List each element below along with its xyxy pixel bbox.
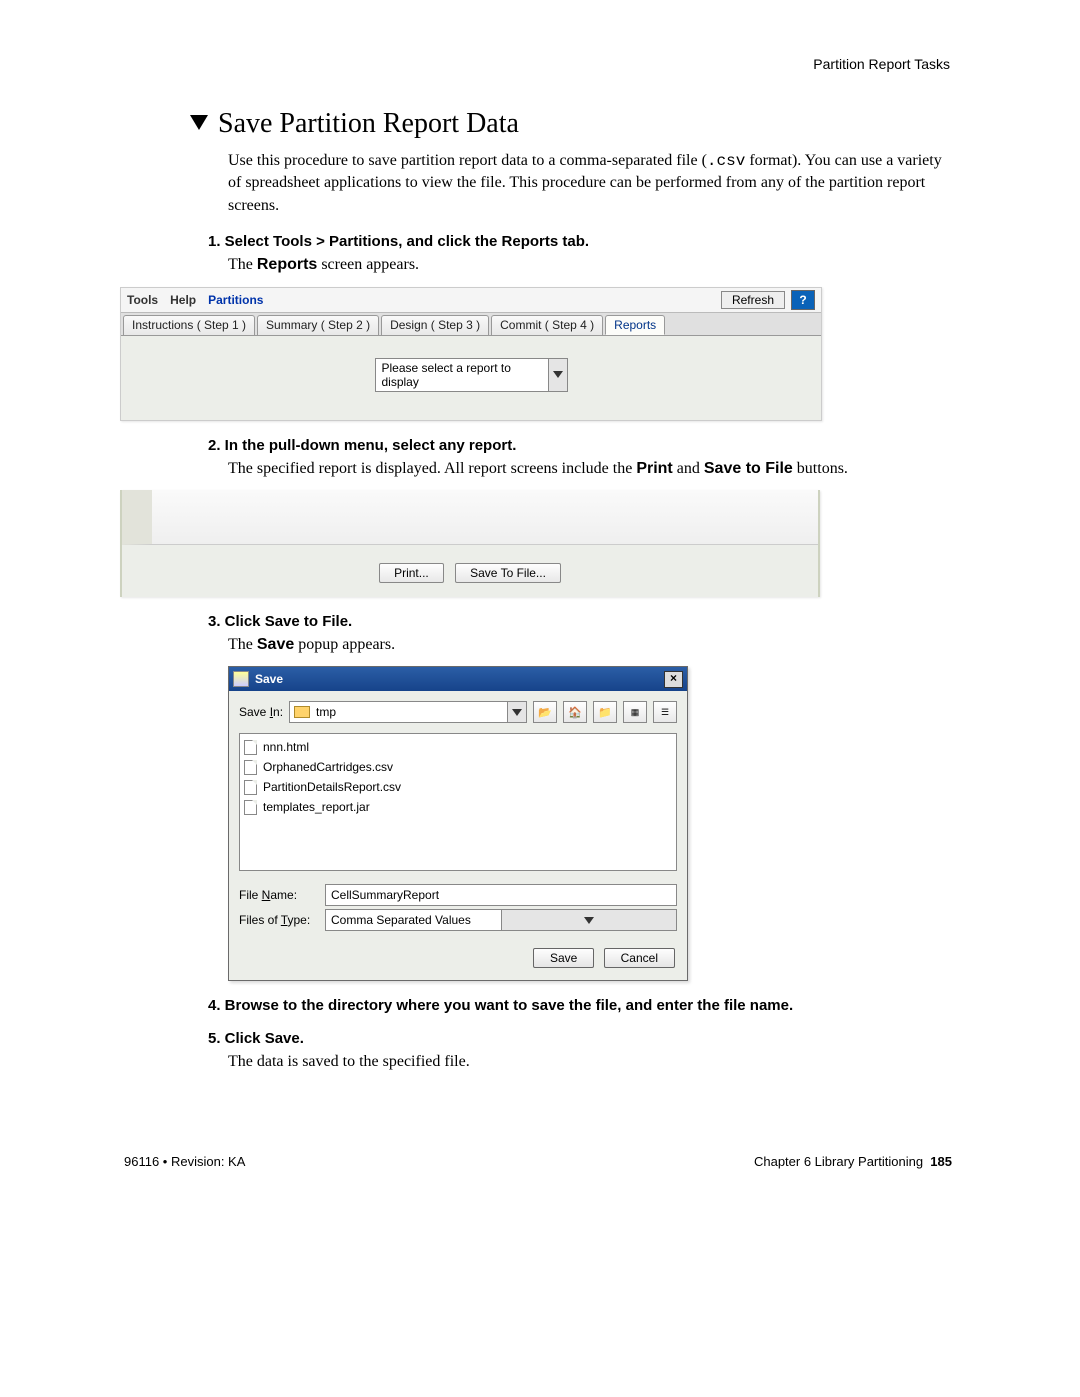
filename-input[interactable]: CellSummaryReport xyxy=(325,884,677,906)
menu-partitions[interactable]: Partitions xyxy=(208,293,263,307)
save-in-combobox[interactable]: tmp xyxy=(289,701,527,723)
section-title-text: Save Partition Report Data xyxy=(218,108,519,139)
chevron-down-icon[interactable] xyxy=(507,702,526,722)
step-2: 2. In the pull-down menu, select any rep… xyxy=(208,437,960,454)
list-item[interactable]: nnn.html xyxy=(244,737,672,757)
file-list[interactable]: nnn.html OrphanedCartridges.csv Partitio… xyxy=(239,733,677,871)
list-item[interactable]: OrphanedCartridges.csv xyxy=(244,757,672,777)
step-2-body: The specified report is displayed. All r… xyxy=(228,458,950,480)
filename-label: File Name: xyxy=(239,888,317,902)
file-icon xyxy=(244,780,257,795)
close-icon[interactable]: × xyxy=(664,671,683,688)
list-view-icon[interactable]: ▦ xyxy=(623,701,647,723)
footer-left: 96116 • Revision: KA xyxy=(124,1154,754,1169)
tab-summary[interactable]: Summary ( Step 2 ) xyxy=(257,315,379,335)
menubar: Tools Help Partitions Refresh ? xyxy=(121,288,821,312)
report-buttons-screenshot: Print... Save To File... xyxy=(120,490,820,597)
folder-icon xyxy=(294,706,310,718)
dialog-title: Save xyxy=(255,672,283,686)
save-in-value: tmp xyxy=(316,705,336,719)
menu-tools[interactable]: Tools xyxy=(127,293,158,307)
page-footer: 96116 • Revision: KA Chapter 6 Library P… xyxy=(124,1154,952,1169)
list-item[interactable]: PartitionDetailsReport.csv xyxy=(244,777,672,797)
filetype-combobox[interactable]: Comma Separated Values xyxy=(325,909,677,931)
save-to-file-button[interactable]: Save To File... xyxy=(455,563,561,583)
step-4: 4. Browse to the directory where you wan… xyxy=(208,997,960,1014)
refresh-button[interactable]: Refresh xyxy=(721,291,785,309)
step-3-body: The Save popup appears. xyxy=(228,634,950,656)
tab-reports[interactable]: Reports xyxy=(605,315,665,335)
chevron-down-icon[interactable] xyxy=(548,359,567,391)
cancel-button[interactable]: Cancel xyxy=(604,948,675,968)
tab-instructions[interactable]: Instructions ( Step 1 ) xyxy=(123,315,255,335)
tab-commit[interactable]: Commit ( Step 4 ) xyxy=(491,315,603,335)
dialog-titlebar: Save × xyxy=(229,667,687,691)
dropdown-text: Please select a report to display xyxy=(376,359,548,391)
step-3: 3. Click Save to File. xyxy=(208,613,960,630)
footer-right: Chapter 6 Library Partitioning 185 xyxy=(754,1154,952,1169)
home-icon[interactable]: 🏠 xyxy=(563,701,587,723)
report-select-dropdown[interactable]: Please select a report to display xyxy=(375,358,568,392)
save-button[interactable]: Save xyxy=(533,948,594,968)
new-folder-icon[interactable]: 📁 xyxy=(593,701,617,723)
intro-paragraph: Use this procedure to save partition rep… xyxy=(228,150,950,217)
reports-screen-screenshot: Tools Help Partitions Refresh ? Instruct… xyxy=(120,287,822,421)
step-1-body: The Reports screen appears. xyxy=(228,254,950,276)
menu-help[interactable]: Help xyxy=(170,293,196,307)
file-icon xyxy=(244,740,257,755)
list-item[interactable]: templates_report.jar xyxy=(244,797,672,817)
tab-design[interactable]: Design ( Step 3 ) xyxy=(381,315,489,335)
filetype-label: Files of Type: xyxy=(239,913,317,927)
file-icon xyxy=(244,760,257,775)
help-icon[interactable]: ? xyxy=(791,290,815,310)
details-view-icon[interactable]: ☰ xyxy=(653,701,677,723)
up-folder-icon[interactable]: 📂 xyxy=(533,701,557,723)
triangle-down-icon xyxy=(190,115,208,130)
chevron-down-icon[interactable] xyxy=(501,910,677,930)
save-dialog-screenshot: Save × Save In: tmp 📂 🏠 📁 ▦ ☰ nnn.html O… xyxy=(228,666,688,981)
header-breadcrumb: Partition Report Tasks xyxy=(813,56,950,72)
step-5-body: The data is saved to the specified file. xyxy=(228,1051,950,1073)
step-1: 1. Select Tools > Partitions, and click … xyxy=(208,233,960,250)
file-icon xyxy=(244,800,257,815)
print-button[interactable]: Print... xyxy=(379,563,444,583)
section-heading: Save Partition Report Data xyxy=(190,108,960,140)
report-panel: Please select a report to display xyxy=(121,335,821,420)
window-icon xyxy=(233,671,249,687)
tabbar: Instructions ( Step 1 ) Summary ( Step 2… xyxy=(121,312,821,335)
step-5: 5. Click Save. xyxy=(208,1030,960,1047)
save-in-label: Save In: xyxy=(239,705,283,719)
